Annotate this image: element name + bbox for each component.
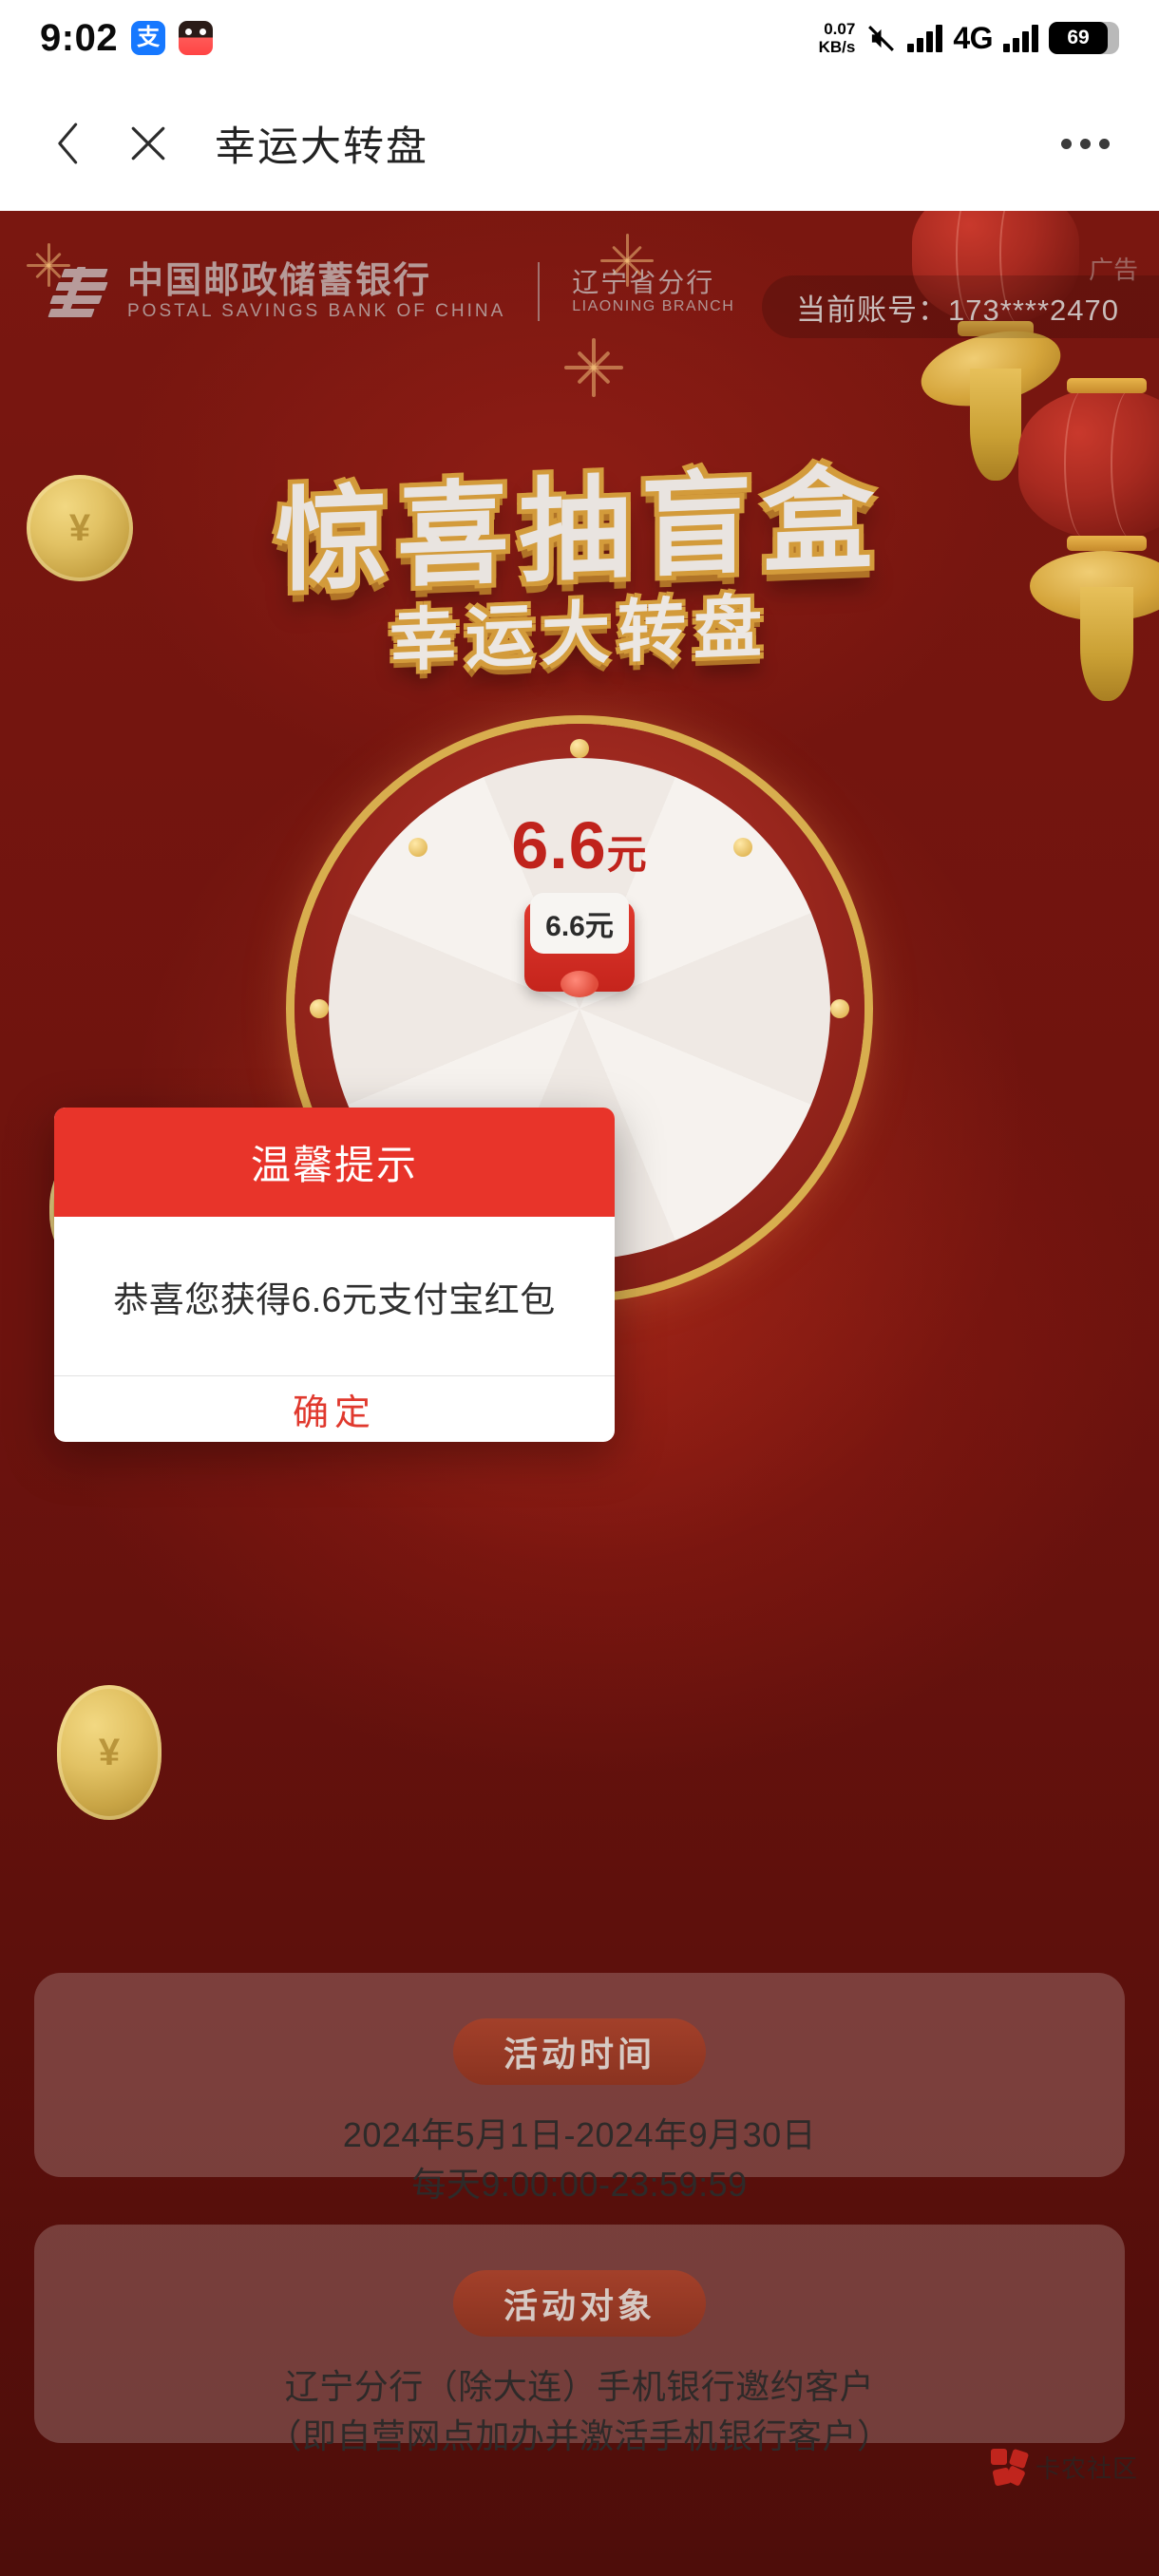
network-speed-value: 0.07 xyxy=(824,20,856,38)
network-speed-unit: KB/s xyxy=(818,38,856,56)
network-type: 4G xyxy=(953,20,993,55)
status-bar: 9:02 支 0.07 KB/s 4G 69 xyxy=(0,0,1159,76)
close-icon xyxy=(131,126,165,161)
status-time: 9:02 xyxy=(40,16,119,59)
wheel-prize-label: 6.6元 xyxy=(329,807,830,883)
navigation-bar: 幸运大转盘 xyxy=(0,76,1159,211)
dialog-title: 温馨提示 xyxy=(250,1143,418,1187)
activity-target-line-2: （即自营网点加办并激活手机银行客户） xyxy=(267,2416,892,2456)
activity-target-pill-label: 活动对象 xyxy=(503,2286,656,2325)
status-bar-right: 0.07 KB/s 4G 69 xyxy=(819,20,1119,56)
dialog-message: 恭喜您获得6.6元支付宝红包 xyxy=(113,1279,556,1319)
alipay-icon: 支 xyxy=(131,21,166,55)
logo-divider xyxy=(538,262,541,321)
more-options-button[interactable] xyxy=(1049,113,1121,174)
ad-label: 广告 xyxy=(1088,256,1138,284)
mute-icon xyxy=(865,23,897,54)
branch-name-block: 辽宁省分行 LIAONING BRANCH xyxy=(572,267,735,314)
activity-target-pill: 活动对象 xyxy=(453,2270,706,2337)
branch-name-cn: 辽宁省分行 xyxy=(572,267,715,297)
battery-icon: 69 xyxy=(1049,22,1119,54)
app-notification-icon xyxy=(179,21,214,55)
activity-target-line-1: 辽宁分行（除大连）手机银行邀约客户 xyxy=(284,2367,875,2406)
battery-level: 69 xyxy=(1067,27,1090,48)
watermark: 卡农社区 xyxy=(990,2448,1138,2487)
coin-decoration-3: ¥ xyxy=(57,1685,162,1820)
bank-name-en: POSTAL SAVINGS BANK OF CHINA xyxy=(127,301,506,321)
activity-time-card: 活动时间 2024年5月1日-2024年9月30日 每天9:00:00-23:5… xyxy=(34,1973,1125,2204)
current-account-label: 当前账号：173****2470 xyxy=(796,293,1119,327)
app-screen: 9:02 支 0.07 KB/s 4G 69 幸运大转盘 ¥ ¥ 中国邮政储蓄银… xyxy=(0,0,1159,2576)
activity-time-pill-label: 活动时间 xyxy=(503,2035,656,2074)
dialog-body: 恭喜您获得6.6元支付宝红包 xyxy=(54,1217,615,1376)
red-envelope-icon: 6.6元 xyxy=(524,893,635,997)
chevron-left-icon xyxy=(58,123,78,164)
activity-target-card: 活动对象 辽宁分行（除大连）手机银行邀约客户 （即自营网点加办并激活手机银行客户… xyxy=(34,2225,1125,2455)
network-speed: 0.07 KB/s xyxy=(819,20,856,56)
prize-dialog: 温馨提示 恭喜您获得6.6元支付宝红包 确定 xyxy=(54,1108,615,1442)
signal-bars-2-icon xyxy=(1003,24,1038,52)
red-envelope-knot xyxy=(560,971,598,997)
red-envelope-label: 6.6元 xyxy=(530,893,629,954)
dialog-confirm-button[interactable]: 确定 xyxy=(54,1376,615,1441)
alipay-glyph: 支 xyxy=(137,25,161,50)
postal-bank-mark-icon xyxy=(48,263,108,320)
activity-time-line-2: 每天9:00:00-23:59:59 xyxy=(411,2165,748,2205)
activity-time-text: 2024年5月1日-2024年9月30日 每天9:00:00-23:59:59 xyxy=(34,2111,1125,2209)
bank-name-cn: 中国邮政储蓄银行 xyxy=(127,261,432,301)
banner-header: 中国邮政储蓄银行 POSTAL SAVINGS BANK OF CHINA 辽宁… xyxy=(0,237,1159,342)
branch-name-en: LIAONING BRANCH xyxy=(572,297,735,314)
watermark-logo-icon xyxy=(990,2448,1030,2487)
page-title: 幸运大转盘 xyxy=(215,124,428,170)
activity-target-text: 辽宁分行（除大连）手机银行邀约客户 （即自营网点加办并激活手机银行客户） xyxy=(34,2362,1125,2461)
wheel-prize-unit: 元 xyxy=(606,832,648,877)
dialog-confirm-label: 确定 xyxy=(292,1392,376,1433)
status-bar-left: 9:02 支 xyxy=(40,16,214,60)
watermark-text: 卡农社区 xyxy=(1035,2453,1138,2483)
close-button[interactable] xyxy=(114,113,182,174)
back-button[interactable] xyxy=(38,113,99,174)
bank-logo: 中国邮政储蓄银行 POSTAL SAVINGS BANK OF CHINA 辽宁… xyxy=(48,262,735,321)
activity-time-pill: 活动时间 xyxy=(453,2018,706,2085)
wheel-prize-amount: 6.6 xyxy=(511,808,607,882)
signal-bars-1-icon xyxy=(907,24,943,52)
activity-time-line-1: 2024年5月1日-2024年9月30日 xyxy=(342,2115,817,2154)
bank-name-block: 中国邮政储蓄银行 POSTAL SAVINGS BANK OF CHINA xyxy=(127,263,505,320)
dialog-header: 温馨提示 xyxy=(54,1108,615,1217)
